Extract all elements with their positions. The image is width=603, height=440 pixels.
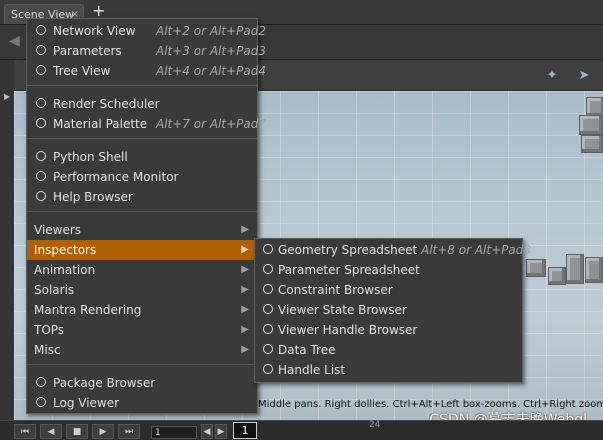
menu-item-handle-list[interactable]: Handle List: [255, 360, 522, 380]
menu-item-tree-view[interactable]: Tree View Alt+4 or Alt+Pad4: [27, 61, 266, 81]
jump-start-button[interactable]: ⏮: [14, 424, 36, 439]
radio-icon: [36, 45, 46, 55]
menu-item-parameter-spreadsheet[interactable]: Parameter Spreadsheet: [255, 260, 522, 280]
geometry-block: [585, 257, 603, 283]
menu-item-parameters[interactable]: Parameters Alt+3 or Alt+Pad3: [27, 41, 266, 61]
menu-separator: [27, 85, 257, 86]
select-tool-icon[interactable]: ➤: [574, 66, 594, 86]
menu-item-viewers[interactable]: Viewers ▶: [27, 220, 257, 240]
menu-item-inspectors[interactable]: Inspectors ▶: [27, 240, 257, 260]
radio-icon: [263, 244, 273, 254]
radio-icon: [36, 65, 46, 75]
submenu-arrow-icon: ▶: [241, 324, 249, 335]
menu-item-performance-monitor[interactable]: Performance Monitor: [27, 167, 257, 187]
geometry-block: [581, 135, 603, 153]
menu-separator: [27, 364, 257, 365]
submenu-arrow-icon: ▶: [241, 284, 249, 295]
menu-item-misc[interactable]: Misc ▶: [27, 340, 257, 360]
add-tab-icon[interactable]: +: [92, 3, 105, 19]
menu-item-mantra-rendering[interactable]: Mantra Rendering ▶: [27, 300, 257, 320]
menu-item-log-viewer[interactable]: Log Viewer: [27, 393, 257, 413]
submenu-arrow-icon: ▶: [241, 344, 249, 355]
menu-item-network-view[interactable]: Network View Alt+2 or Alt+Pad2: [27, 21, 266, 41]
stop-button[interactable]: ■: [66, 424, 88, 439]
radio-icon: [263, 324, 273, 334]
step-back-button[interactable]: ◀: [201, 424, 213, 439]
play-button[interactable]: ▶: [92, 424, 114, 439]
camera-tool-icon[interactable]: ✦: [542, 66, 562, 86]
radio-icon: [36, 25, 46, 35]
menu-item-geometry-spreadsheet[interactable]: Geometry Spreadsheet Alt+8 or Alt+Pad8: [255, 240, 531, 260]
radio-icon: [36, 118, 46, 128]
menu-item-constraint-browser[interactable]: Constraint Browser: [255, 280, 522, 300]
radio-icon: [36, 171, 46, 181]
geometry-block: [526, 259, 546, 277]
geometry-block: [586, 97, 603, 117]
inspectors-submenu: Geometry Spreadsheet Alt+8 or Alt+Pad8 Pa…: [254, 238, 531, 383]
geometry-block: [548, 267, 566, 285]
playbar: [0, 420, 603, 440]
radio-icon: [36, 191, 46, 201]
submenu-arrow-icon: ▶: [241, 244, 249, 255]
menu-separator: [27, 211, 257, 212]
timeline-tick: 24: [369, 420, 381, 430]
menu-item-render-scheduler[interactable]: Render Scheduler: [27, 94, 257, 114]
menu-item-animation[interactable]: Animation ▶: [27, 260, 257, 280]
submenu-arrow-icon: ▶: [241, 264, 249, 275]
radio-icon: [36, 98, 46, 108]
geometry-block: [566, 254, 584, 284]
radio-icon: [36, 151, 46, 161]
menu-item-viewer-state-browser[interactable]: Viewer State Browser: [255, 300, 522, 320]
menu-item-data-tree[interactable]: Data Tree: [255, 340, 522, 360]
submenu-arrow-icon: ▶: [241, 224, 249, 235]
menu-item-package-browser[interactable]: Package Browser: [27, 373, 257, 393]
menu-separator: [27, 138, 257, 139]
frame-field[interactable]: 1: [151, 426, 197, 439]
step-forward-button[interactable]: ▶: [215, 424, 227, 439]
menu-item-tops[interactable]: TOPs ▶: [27, 320, 257, 340]
pane-type-menu: Network View Alt+2 or Alt+Pad2 Parameters…: [26, 18, 266, 414]
radio-icon: [263, 364, 273, 374]
submenu-arrow-icon: ▶: [241, 304, 249, 315]
radio-icon: [36, 377, 46, 387]
radio-icon: [263, 304, 273, 314]
geometry-block: [579, 115, 603, 135]
radio-icon: [263, 264, 273, 274]
play-reverse-button[interactable]: ◀: [40, 424, 62, 439]
menu-item-help-browser[interactable]: Help Browser: [27, 187, 257, 207]
back-arrow-icon[interactable]: ◀: [9, 33, 20, 49]
menu-item-viewer-handle-browser[interactable]: Viewer Handle Browser: [255, 320, 522, 340]
left-tool-strip: ▶: [0, 60, 15, 420]
expand-arrow-icon[interactable]: ▶: [4, 92, 10, 101]
jump-end-button[interactable]: ⏭: [118, 424, 140, 439]
menu-item-solaris[interactable]: Solaris ▶: [27, 280, 257, 300]
radio-icon: [263, 284, 273, 294]
menu-item-python-shell[interactable]: Python Shell: [27, 147, 257, 167]
menu-item-material-palette[interactable]: Material Palette Alt+7 or Alt+Pad7: [27, 114, 266, 134]
radio-icon: [36, 397, 46, 407]
radio-icon: [263, 344, 273, 354]
current-frame-marker[interactable]: 1: [233, 422, 257, 439]
